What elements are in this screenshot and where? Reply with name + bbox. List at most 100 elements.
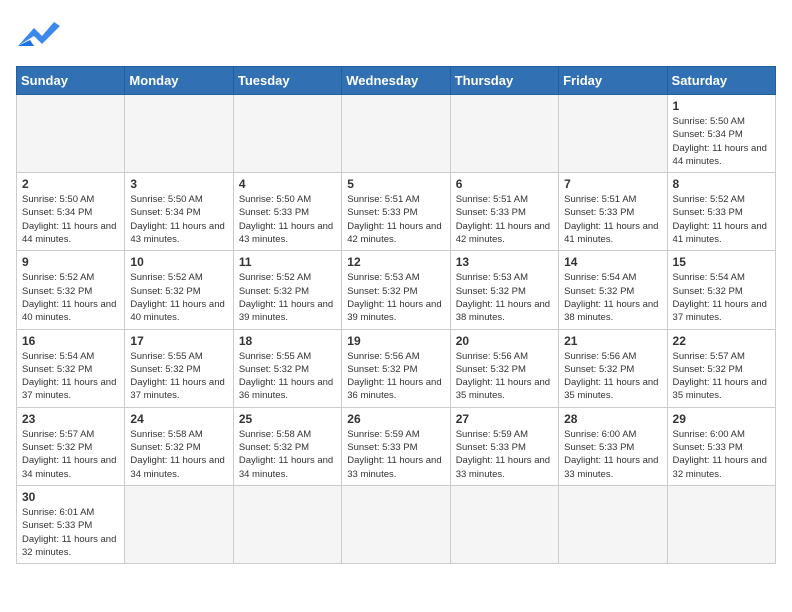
day-info: Sunrise: 5:50 AM Sunset: 5:34 PM Dayligh… (673, 115, 770, 168)
calendar-cell: 19Sunrise: 5:56 AM Sunset: 5:32 PM Dayli… (342, 329, 450, 407)
day-number: 2 (22, 177, 119, 191)
day-number: 17 (130, 334, 227, 348)
day-info: Sunrise: 6:00 AM Sunset: 5:33 PM Dayligh… (564, 428, 661, 481)
day-info: Sunrise: 5:52 AM Sunset: 5:33 PM Dayligh… (673, 193, 770, 246)
calendar-week-row: 9 Sunrise: 5:52 AM Sunset: 5:32 PM Daylig… (17, 251, 776, 329)
day-info: Sunrise: 5:53 AM Sunset: 5:32 PM Dayligh… (456, 271, 553, 324)
page-header (16, 16, 776, 54)
day-number: 25 (239, 412, 336, 426)
day-number: 5 (347, 177, 444, 191)
day-number: 22 (673, 334, 770, 348)
calendar-table: SundayMondayTuesdayWednesdayThursdayFrid… (16, 66, 776, 564)
calendar-cell (125, 485, 233, 563)
calendar-cell: 21 Sunrise: 5:56 AM Sunset: 5:32 PM Dayli… (559, 329, 667, 407)
day-number: 6 (456, 177, 553, 191)
day-info: Sunrise: 5:59 AM Sunset: 5:33 PM Dayligh… (456, 428, 553, 481)
calendar-cell (667, 485, 775, 563)
day-number: 15 (673, 255, 770, 269)
calendar-cell: 1 Sunrise: 5:50 AM Sunset: 5:34 PM Daylig… (667, 95, 775, 173)
day-number: 10 (130, 255, 227, 269)
calendar-cell (17, 95, 125, 173)
day-info: Sunrise: 5:53 AM Sunset: 5:32 PM Dayligh… (347, 271, 444, 324)
day-number: 3 (130, 177, 227, 191)
day-number: 9 (22, 255, 119, 269)
calendar-week-row: 23Sunrise: 5:57 AM Sunset: 5:32 PM Dayli… (17, 407, 776, 485)
day-info: Sunrise: 5:57 AM Sunset: 5:32 PM Dayligh… (673, 350, 770, 403)
day-info: Sunrise: 5:56 AM Sunset: 5:32 PM Dayligh… (564, 350, 661, 403)
calendar-week-row: 1 Sunrise: 5:50 AM Sunset: 5:34 PM Daylig… (17, 95, 776, 173)
day-info: Sunrise: 5:55 AM Sunset: 5:32 PM Dayligh… (130, 350, 227, 403)
day-info: Sunrise: 5:58 AM Sunset: 5:32 PM Dayligh… (130, 428, 227, 481)
day-number: 12 (347, 255, 444, 269)
calendar-cell: 16 Sunrise: 5:54 AM Sunset: 5:32 PM Dayli… (17, 329, 125, 407)
calendar-cell: 11Sunrise: 5:52 AM Sunset: 5:32 PM Dayli… (233, 251, 341, 329)
day-info: Sunrise: 5:52 AM Sunset: 5:32 PM Dayligh… (22, 271, 119, 324)
day-number: 30 (22, 490, 119, 504)
weekday-header-saturday: Saturday (667, 67, 775, 95)
day-info: Sunrise: 5:54 AM Sunset: 5:32 PM Dayligh… (673, 271, 770, 324)
day-info: Sunrise: 5:50 AM Sunset: 5:33 PM Dayligh… (239, 193, 336, 246)
logo (16, 16, 64, 54)
calendar-cell (125, 95, 233, 173)
day-number: 4 (239, 177, 336, 191)
calendar-cell: 28 Sunrise: 6:00 AM Sunset: 5:33 PM Dayli… (559, 407, 667, 485)
day-info: Sunrise: 5:50 AM Sunset: 5:34 PM Dayligh… (22, 193, 119, 246)
calendar-cell: 4 Sunrise: 5:50 AM Sunset: 5:33 PM Daylig… (233, 173, 341, 251)
day-number: 18 (239, 334, 336, 348)
calendar-cell: 20Sunrise: 5:56 AM Sunset: 5:32 PM Dayli… (450, 329, 558, 407)
day-number: 28 (564, 412, 661, 426)
day-number: 1 (673, 99, 770, 113)
calendar-cell: 2 Sunrise: 5:50 AM Sunset: 5:34 PM Daylig… (17, 173, 125, 251)
day-info: Sunrise: 5:51 AM Sunset: 5:33 PM Dayligh… (564, 193, 661, 246)
calendar-cell (233, 485, 341, 563)
weekday-header-friday: Friday (559, 67, 667, 95)
day-number: 7 (564, 177, 661, 191)
day-info: Sunrise: 5:54 AM Sunset: 5:32 PM Dayligh… (22, 350, 119, 403)
calendar-cell (233, 95, 341, 173)
calendar-cell: 12 Sunrise: 5:53 AM Sunset: 5:32 PM Dayli… (342, 251, 450, 329)
day-info: Sunrise: 5:54 AM Sunset: 5:32 PM Dayligh… (564, 271, 661, 324)
calendar-cell: 3 Sunrise: 5:50 AM Sunset: 5:34 PM Daylig… (125, 173, 233, 251)
calendar-cell: 13 Sunrise: 5:53 AM Sunset: 5:32 PM Dayli… (450, 251, 558, 329)
day-info: Sunrise: 5:56 AM Sunset: 5:32 PM Dayligh… (456, 350, 553, 403)
day-number: 23 (22, 412, 119, 426)
calendar-cell: 6Sunrise: 5:51 AM Sunset: 5:33 PM Daylig… (450, 173, 558, 251)
calendar-cell: 29 Sunrise: 6:00 AM Sunset: 5:33 PM Dayli… (667, 407, 775, 485)
calendar-cell (559, 485, 667, 563)
day-number: 26 (347, 412, 444, 426)
day-number: 21 (564, 334, 661, 348)
day-info: Sunrise: 5:52 AM Sunset: 5:32 PM Dayligh… (239, 271, 336, 324)
weekday-header-wednesday: Wednesday (342, 67, 450, 95)
logo-icon (16, 18, 60, 54)
calendar-week-row: 30 Sunrise: 6:01 AM Sunset: 5:33 PM Dayli… (17, 485, 776, 563)
calendar-cell: 10Sunrise: 5:52 AM Sunset: 5:32 PM Dayli… (125, 251, 233, 329)
day-info: Sunrise: 5:59 AM Sunset: 5:33 PM Dayligh… (347, 428, 444, 481)
calendar-cell: 17 Sunrise: 5:55 AM Sunset: 5:32 PM Dayli… (125, 329, 233, 407)
day-number: 29 (673, 412, 770, 426)
day-info: Sunrise: 6:00 AM Sunset: 5:33 PM Dayligh… (673, 428, 770, 481)
calendar-cell: 8 Sunrise: 5:52 AM Sunset: 5:33 PM Daylig… (667, 173, 775, 251)
day-info: Sunrise: 5:58 AM Sunset: 5:32 PM Dayligh… (239, 428, 336, 481)
day-number: 27 (456, 412, 553, 426)
calendar-cell (342, 485, 450, 563)
calendar-cell: 15 Sunrise: 5:54 AM Sunset: 5:32 PM Dayli… (667, 251, 775, 329)
day-number: 24 (130, 412, 227, 426)
day-number: 19 (347, 334, 444, 348)
calendar-cell: 24 Sunrise: 5:58 AM Sunset: 5:32 PM Dayli… (125, 407, 233, 485)
calendar-cell: 25 Sunrise: 5:58 AM Sunset: 5:32 PM Dayli… (233, 407, 341, 485)
weekday-header-row: SundayMondayTuesdayWednesdayThursdayFrid… (17, 67, 776, 95)
calendar-cell: 22 Sunrise: 5:57 AM Sunset: 5:32 PM Dayli… (667, 329, 775, 407)
calendar-week-row: 2 Sunrise: 5:50 AM Sunset: 5:34 PM Daylig… (17, 173, 776, 251)
weekday-header-thursday: Thursday (450, 67, 558, 95)
day-number: 16 (22, 334, 119, 348)
calendar-cell: 5Sunrise: 5:51 AM Sunset: 5:33 PM Daylig… (342, 173, 450, 251)
day-info: Sunrise: 6:01 AM Sunset: 5:33 PM Dayligh… (22, 506, 119, 559)
weekday-header-tuesday: Tuesday (233, 67, 341, 95)
calendar-cell: 30 Sunrise: 6:01 AM Sunset: 5:33 PM Dayli… (17, 485, 125, 563)
calendar-cell: 14Sunrise: 5:54 AM Sunset: 5:32 PM Dayli… (559, 251, 667, 329)
calendar-cell: 26 Sunrise: 5:59 AM Sunset: 5:33 PM Dayli… (342, 407, 450, 485)
day-info: Sunrise: 5:50 AM Sunset: 5:34 PM Dayligh… (130, 193, 227, 246)
calendar-cell (559, 95, 667, 173)
day-number: 8 (673, 177, 770, 191)
day-number: 13 (456, 255, 553, 269)
